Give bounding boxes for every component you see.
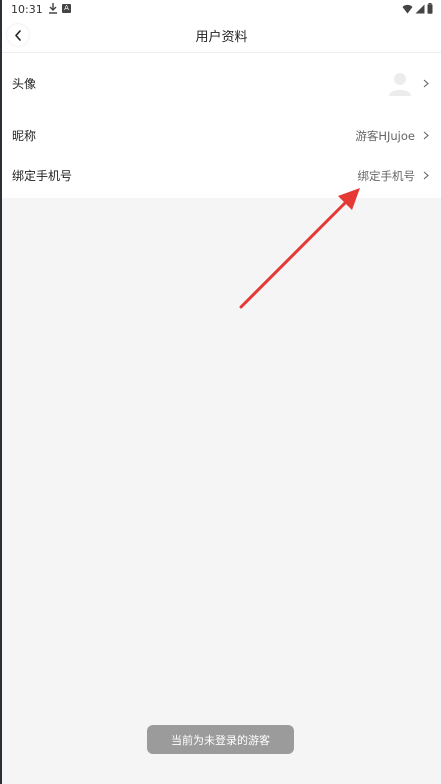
signal-icon bbox=[415, 4, 425, 13]
nickname-row[interactable]: 昵称 游客HJujoe bbox=[2, 113, 441, 158]
chevron-right-icon bbox=[423, 131, 429, 140]
page-title: 用户资料 bbox=[195, 30, 248, 45]
bind-phone-value: 绑定手机号 bbox=[357, 168, 416, 183]
avatar-label: 头像 bbox=[12, 76, 37, 91]
wifi-icon bbox=[402, 4, 413, 13]
header-bar: 用户资料 bbox=[2, 18, 441, 53]
avatar-row[interactable]: 头像 bbox=[2, 53, 441, 113]
bind-phone-label: 绑定手机号 bbox=[12, 169, 73, 183]
bind-phone-row[interactable]: 绑定手机号 绑定手机号 bbox=[2, 158, 441, 198]
nickname-value: 游客HJujoe bbox=[355, 128, 415, 143]
guest-toast: 当前为未登录的游客 bbox=[147, 725, 294, 754]
status-bar: 10:31 A bbox=[2, 0, 441, 18]
avatar-icon bbox=[389, 73, 411, 96]
profile-list: 头像 昵称 游客HJujoe 绑定手机号 绑定手机号 bbox=[2, 53, 441, 198]
status-right-icons bbox=[402, 3, 433, 14]
download-icon bbox=[49, 3, 57, 14]
nickname-label: 昵称 bbox=[12, 129, 37, 143]
a-notification-icon: A bbox=[62, 4, 71, 13]
battery-icon bbox=[427, 3, 433, 14]
chevron-right-icon bbox=[423, 79, 429, 87]
status-time: 10:31 bbox=[11, 3, 43, 16]
chevron-right-icon bbox=[423, 171, 429, 180]
